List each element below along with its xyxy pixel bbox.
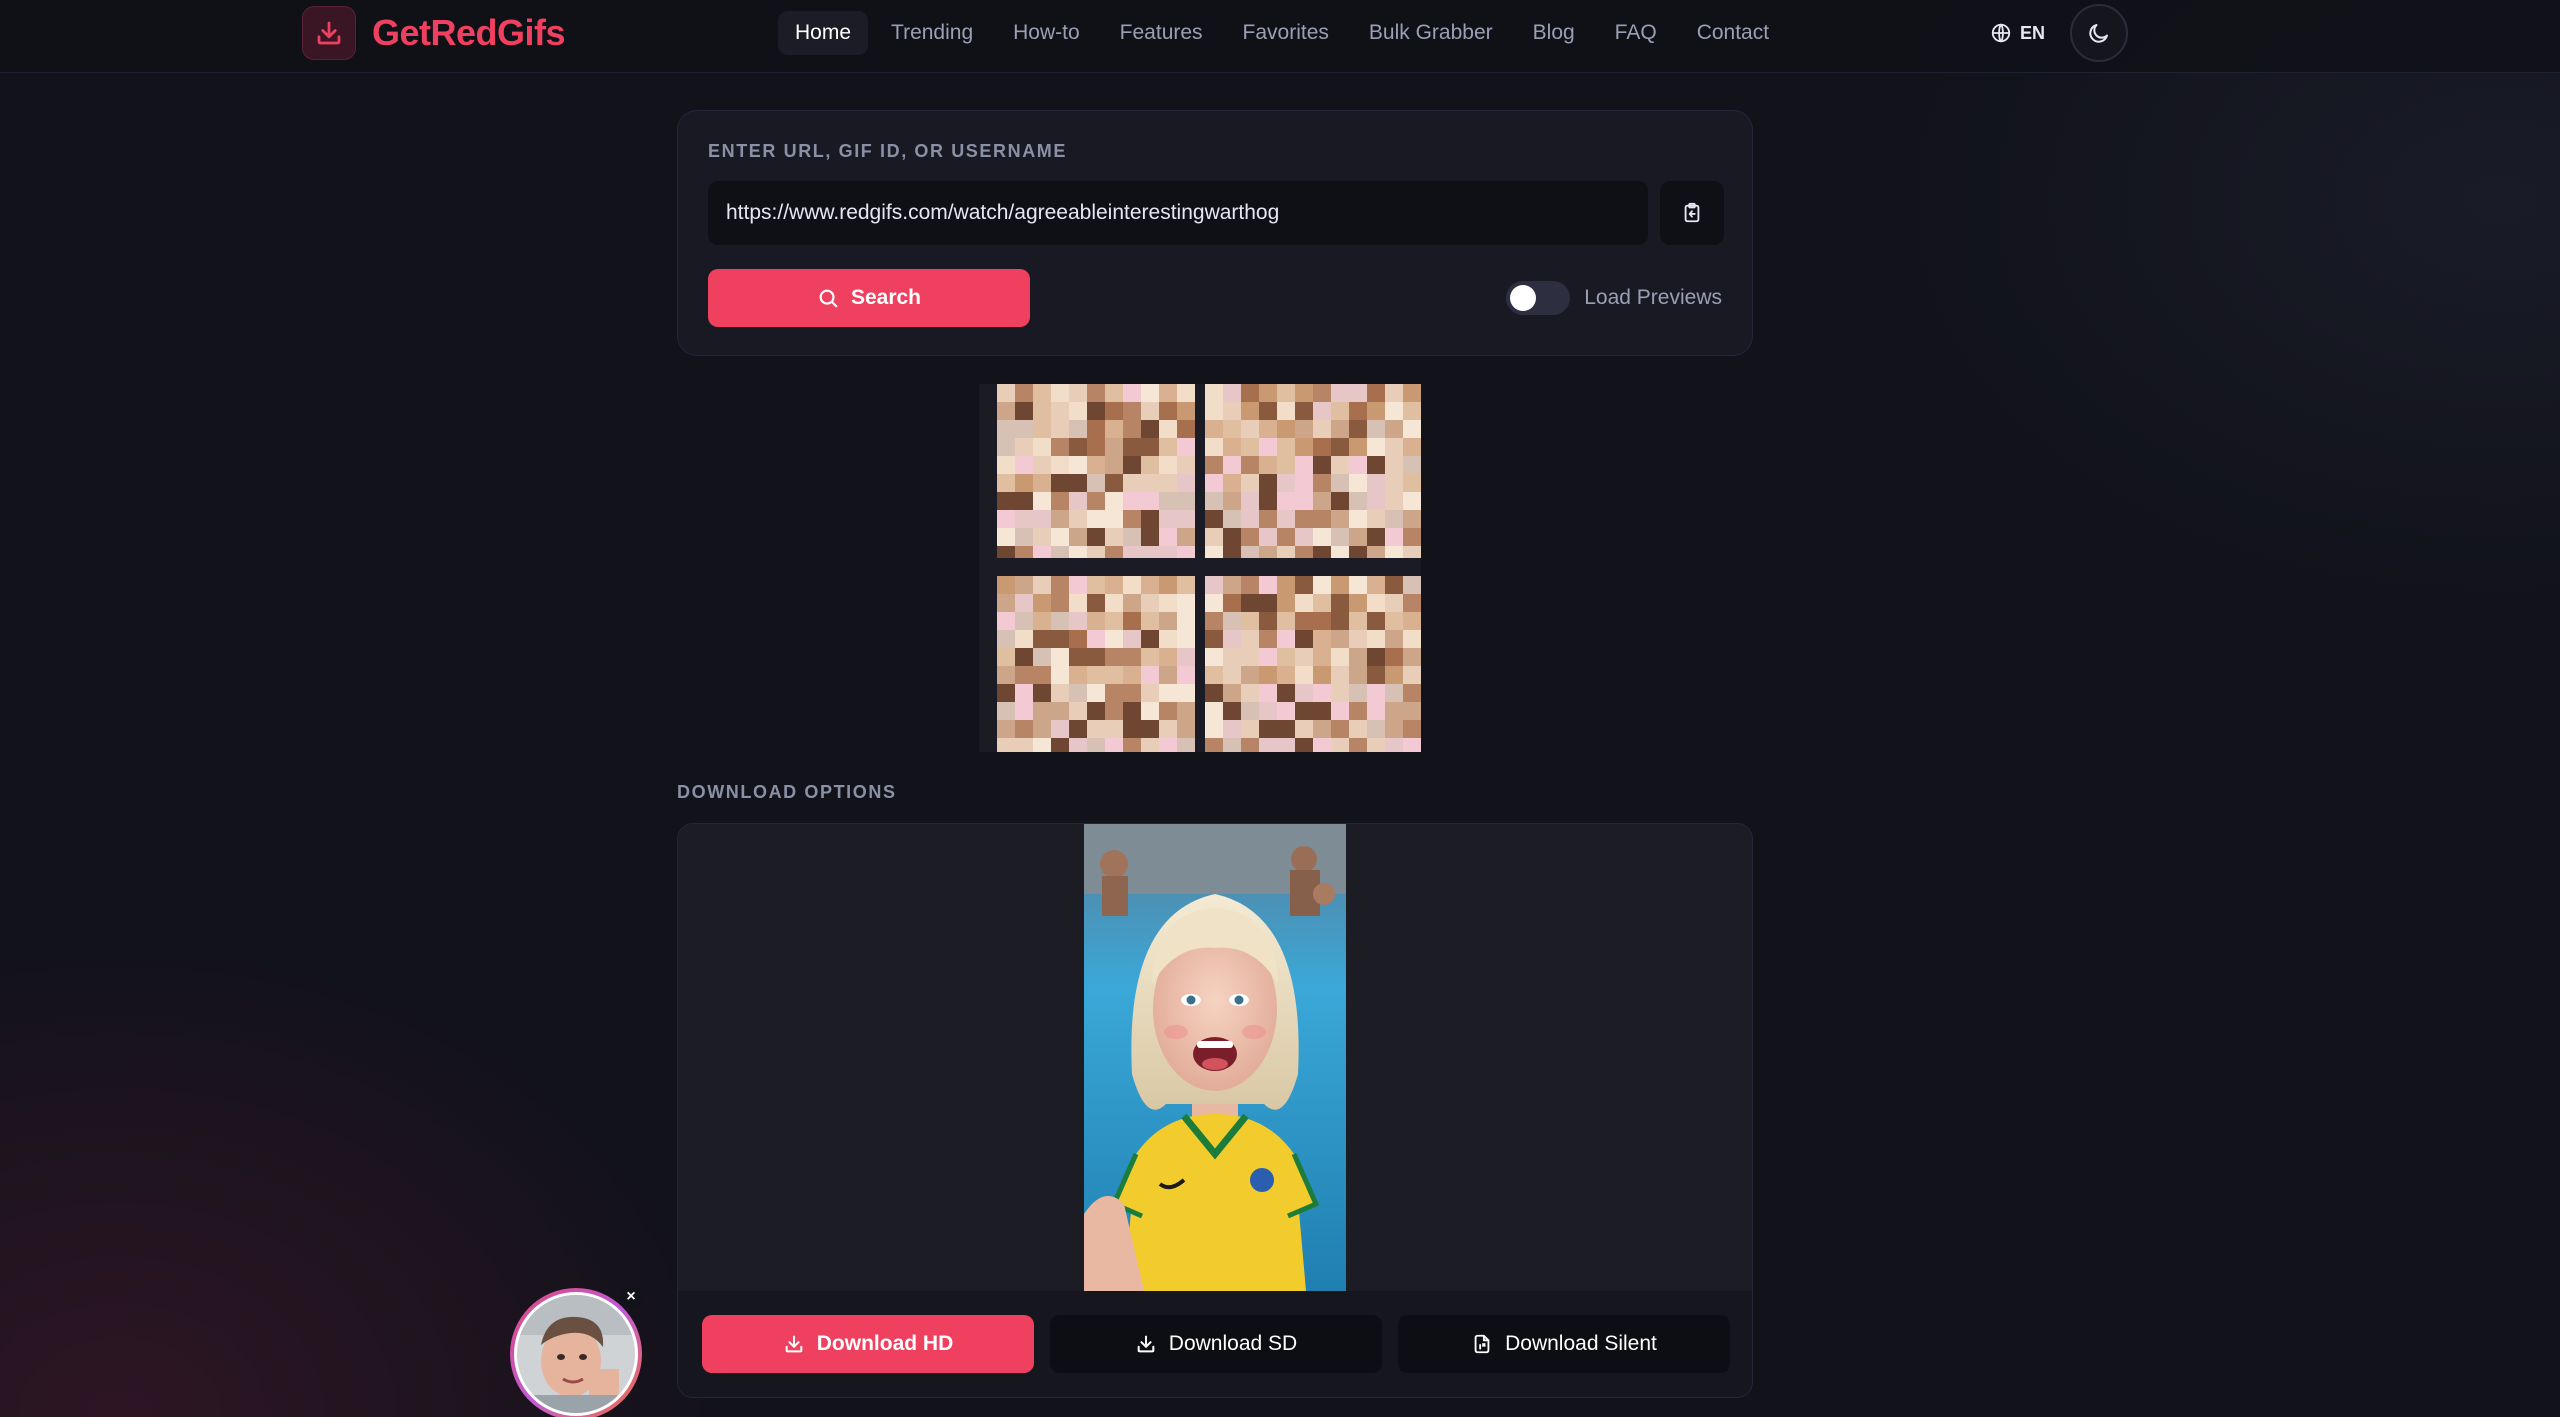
download-sd-label: Download SD [1168,1332,1298,1355]
download-button-bar: Download HD Download SD Download Silent [678,1291,1752,1397]
load-previews-toggle[interactable] [1506,281,1571,315]
clipboard-paste-icon [1684,202,1700,223]
close-avatar-button[interactable]: × [620,1286,642,1308]
site-header: GetRedGifs Home Trending How-to Features… [0,0,2560,73]
language-code: EN [2020,22,2046,43]
site-logo[interactable]: GetRedGifs [302,6,566,60]
brand-name: GetRedGifs [372,12,566,53]
video-preview-area [678,824,1752,1291]
pixelated-preview-image[interactable] [979,384,1421,752]
globe-icon [1991,23,2011,43]
download-silent-label: Download Silent [1505,1332,1657,1355]
load-previews-control: Load Previews [1506,281,1722,315]
download-silent-button[interactable]: Download Silent [1398,1315,1730,1373]
floating-avatar[interactable] [510,1288,642,1417]
download-options-title: DOWNLOAD OPTIONS [677,782,897,802]
search-card: ENTER URL, GIF ID, OR USERNAME Search Lo… [677,110,1753,356]
download-sd-button[interactable]: Download SD [1050,1315,1382,1373]
nav-item-features[interactable]: Features [1103,11,1220,55]
language-selector[interactable]: EN [1990,16,2045,50]
url-input[interactable] [708,181,1648,245]
file-audio-off-icon [1474,1334,1490,1354]
nav-item-faq[interactable]: FAQ [1598,11,1674,55]
search-button-label: Search [850,286,922,309]
nav-item-how-to[interactable]: How-to [996,11,1097,55]
download-hd-button[interactable]: Download HD [702,1315,1034,1373]
load-previews-label: Load Previews [1584,286,1722,309]
nav-item-home[interactable]: Home [778,11,869,55]
search-icon [819,289,838,308]
main-nav: Home Trending How-to Features Favorites … [778,10,1786,56]
moon-icon [2089,24,2108,43]
nav-item-contact[interactable]: Contact [1680,11,1786,55]
video-thumbnail[interactable] [1084,824,1346,1291]
toggle-knob [1510,285,1537,311]
nav-item-blog[interactable]: Blog [1516,11,1592,55]
nav-item-favorites[interactable]: Favorites [1226,11,1346,55]
nav-item-bulk-grabber[interactable]: Bulk Grabber [1352,11,1510,55]
download-logo-icon [302,6,356,60]
avatar [514,1292,638,1416]
paste-button[interactable] [1660,181,1724,245]
theme-toggle-button[interactable] [2070,4,2128,62]
download-icon [1137,1335,1155,1353]
search-label: ENTER URL, GIF ID, OR USERNAME [708,141,1068,161]
download-hd-label: Download HD [816,1332,954,1355]
nav-item-trending[interactable]: Trending [874,11,990,55]
download-card: Download HD Download SD Download Silent [677,823,1753,1398]
download-icon [785,1335,803,1353]
search-button[interactable]: Search [708,269,1030,327]
